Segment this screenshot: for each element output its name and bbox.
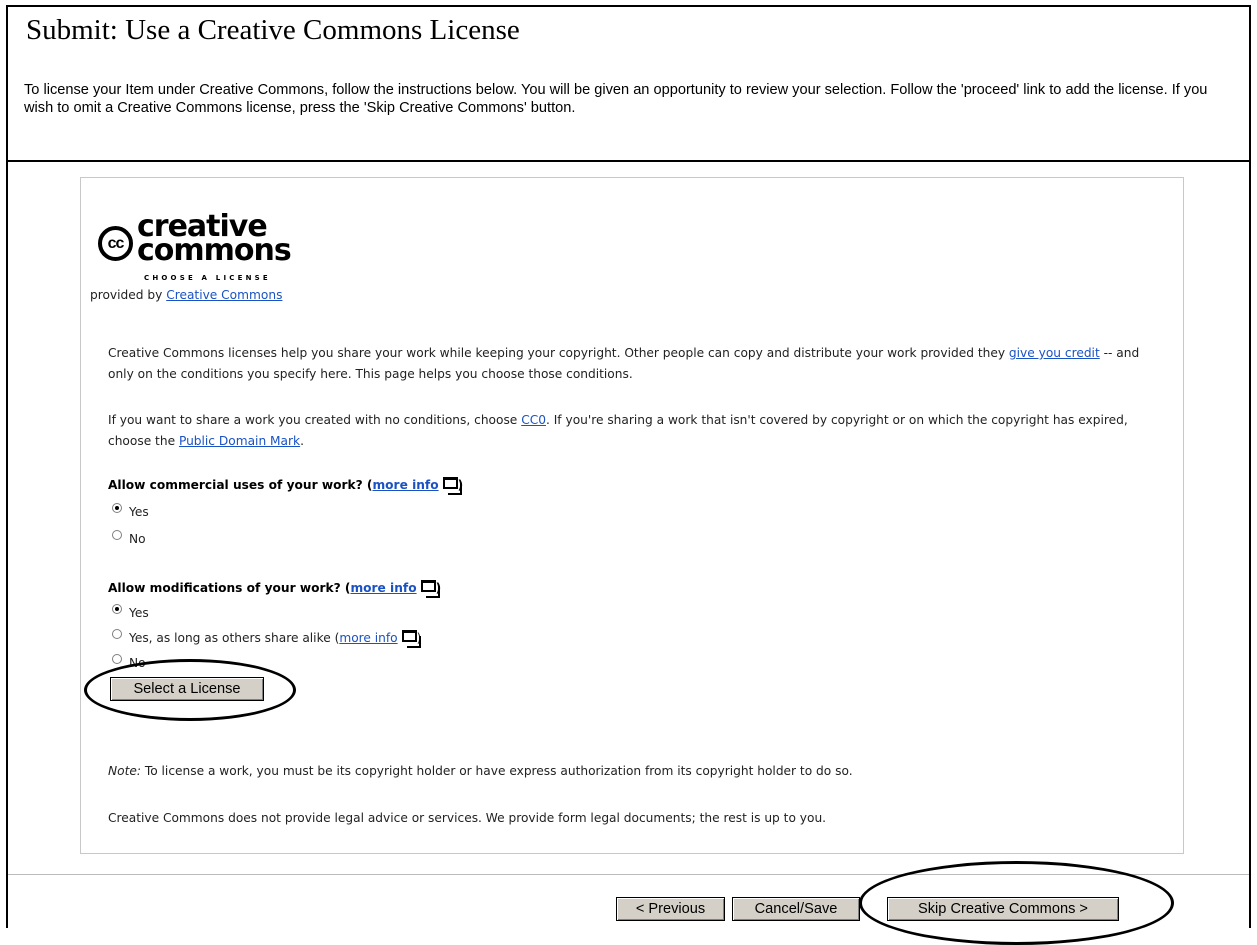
modifications-question: Allow modifications of your work? (more … [108, 580, 441, 598]
page-title: Submit: Use a Creative Commons License [26, 14, 520, 46]
intro-paragraph-cc0: If you want to share a work you created … [108, 410, 1168, 452]
commercial-option-yes[interactable]: Yes [112, 503, 149, 521]
cc-circle-icon: cc [98, 226, 133, 261]
commercial-no-radio[interactable] [112, 530, 122, 540]
intro-paragraph-licenses: Creative Commons licenses help you share… [108, 343, 1168, 385]
legal-disclaimer: Creative Commons does not provide legal … [108, 811, 827, 825]
modifications-option-yes[interactable]: Yes [112, 604, 149, 622]
note-text: Note: To license a work, you must be its… [108, 764, 853, 778]
modifications-share-alike-radio[interactable] [112, 629, 122, 639]
public-domain-mark-link[interactable]: Public Domain Mark [179, 434, 300, 448]
footer-divider [8, 874, 1249, 875]
new-window-icon [420, 580, 440, 598]
provided-by: provided by Creative Commons [90, 288, 282, 302]
p2-text-a: If you want to share a work you created … [108, 413, 522, 427]
commercial-use-question: Allow commercial uses of your work? (mor… [108, 477, 463, 495]
creative-commons-link[interactable]: Creative Commons [166, 288, 282, 302]
modifications-option-share-alike[interactable]: Yes, as long as others share alike (more… [112, 629, 421, 648]
new-window-icon [401, 630, 421, 648]
intro-text: To license your Item under Creative Comm… [24, 82, 1208, 116]
header-divider [8, 160, 1249, 162]
share-alike-label: Yes, as long as others share alike ( [129, 631, 340, 645]
logo-tagline: CHOOSE A LICENSE [144, 274, 271, 282]
modifications-question-label: Allow modifications of your work? ( [108, 581, 351, 595]
p1-text-a: Creative Commons licenses help you share… [108, 346, 1009, 360]
share-alike-more-info-link[interactable]: more info [339, 631, 397, 645]
previous-button[interactable]: < Previous [616, 897, 725, 921]
modifications-yes-label: Yes [129, 606, 149, 620]
cc0-link[interactable]: CC0 [521, 413, 546, 427]
creative-commons-logo: cc creative commons CHOOSE A LICENSE [98, 212, 328, 292]
commercial-yes-radio[interactable] [112, 503, 122, 513]
provided-by-label: provided by [90, 288, 167, 302]
commercial-option-no[interactable]: No [112, 530, 146, 548]
modifications-no-radio[interactable] [112, 654, 122, 664]
logo-word-commons: commons [137, 233, 292, 268]
new-window-icon [442, 477, 462, 495]
modifications-yes-radio[interactable] [112, 604, 122, 614]
p2-text-c: . [300, 434, 304, 448]
modifications-more-info-link[interactable]: more info [350, 581, 416, 595]
modifications-option-no[interactable]: No [112, 654, 146, 672]
cancel-save-button[interactable]: Cancel/Save [732, 897, 860, 921]
commercial-more-info-link[interactable]: more info [372, 478, 438, 492]
modifications-no-label: No [129, 656, 146, 670]
note-body: To license a work, you must be its copyr… [140, 764, 853, 778]
commercial-question-label: Allow commercial uses of your work? ( [108, 478, 373, 492]
give-you-credit-link[interactable]: give you credit [1009, 346, 1100, 360]
commercial-no-label: No [129, 532, 146, 546]
note-label: Note: [108, 764, 141, 778]
select-license-button[interactable]: Select a License [110, 677, 264, 701]
skip-creative-commons-button[interactable]: Skip Creative Commons > [887, 897, 1119, 921]
commercial-yes-label: Yes [129, 505, 149, 519]
